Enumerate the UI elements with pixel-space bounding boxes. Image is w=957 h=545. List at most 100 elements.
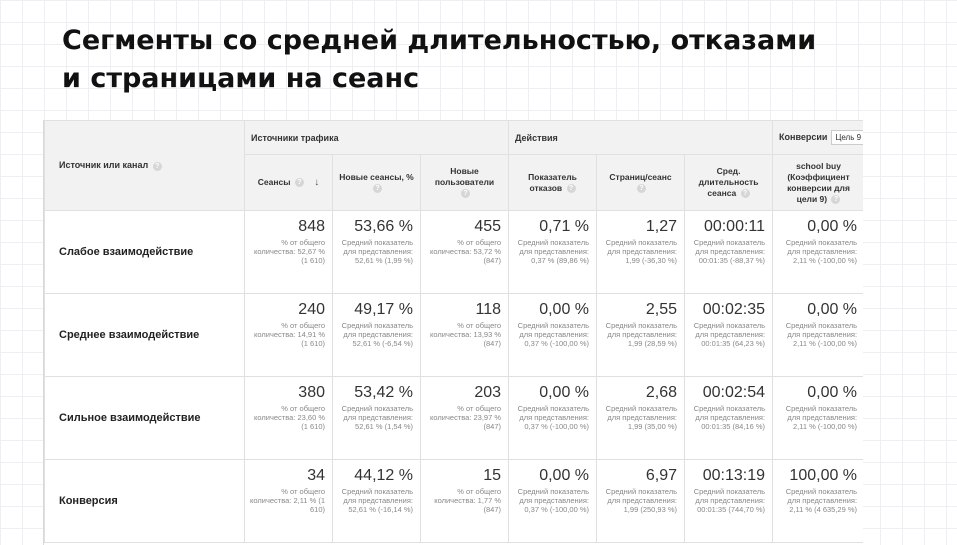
metric-cell: 53,66 % Средний показатель для представле… [332, 210, 421, 294]
column-header-goal-conversion-rate[interactable]: school buy (Коэффициент конверсии для це… [772, 154, 863, 211]
metric-comparison: % от общего количества: 2,11 % (1 610) [250, 487, 325, 514]
column-header-label: Новые пользователи [434, 166, 495, 187]
analytics-table-panel: Источник или канал ? Источники трафика Д… [43, 120, 863, 545]
metric-comparison: % от общего количества: 13,93 % (847) [430, 321, 502, 348]
metric-value: 00:00:11 [703, 218, 766, 235]
metric-value: 0,00 % [807, 301, 858, 318]
metric-comparison: Средний показатель для представления: 52… [341, 487, 413, 514]
column-header-bounce-rate[interactable]: Показатель отказов ? [508, 154, 598, 211]
metric-cell: 00:13:19 Средний показатель для представл… [684, 459, 774, 543]
metric-value: 1,27 [645, 218, 678, 235]
metric-cell: 00:00:11 Средний показатель для представл… [684, 210, 774, 294]
help-icon[interactable]: ? [461, 189, 470, 199]
table-row: Конверсия 34 % от общего количества: 2,11 … [44, 459, 863, 543]
metric-value: 00:13:19 [702, 467, 766, 484]
group-header-traffic: Источники трафика [243, 120, 510, 155]
metric-value: 0,71 % [539, 218, 590, 235]
column-header-new-users[interactable]: Новые пользователи ? [419, 154, 510, 211]
dimension-header[interactable]: Источник или канал ? [44, 120, 245, 211]
dimension-header-label: Источник или канал [59, 160, 149, 171]
help-icon[interactable]: ? [740, 189, 750, 199]
metric-comparison: % от общего количества: 14,91 % (1 610) [254, 321, 325, 348]
column-header-label: Сеансы [257, 177, 291, 187]
group-header-actions-label: Действия [515, 132, 558, 143]
segment-name[interactable]: Среднее взаимодействие [44, 293, 245, 377]
table-row: Слабое взаимодействие 848 % от общего коли… [44, 210, 863, 294]
metric-value: 0,00 % [539, 467, 590, 484]
metric-comparison: Средний показатель для представления: 2,… [785, 404, 858, 431]
metric-value: 118 [475, 301, 502, 318]
group-header-actions: Действия [508, 120, 774, 155]
metric-cell: 0,00 % Средний показатель для представлен… [508, 376, 598, 460]
metric-value: 0,00 % [539, 384, 590, 401]
metric-cell: 455 % от общего количества: 53,72 % (847) [419, 210, 510, 294]
column-header-sessions[interactable]: Сеансы ? ↓ [244, 154, 333, 211]
metric-comparison: Средний показатель для представления: 00… [693, 404, 766, 431]
help-icon[interactable]: ? [294, 178, 304, 188]
metric-cell: 0,71 % Средний показатель для представлен… [508, 210, 598, 294]
segment-name[interactable]: Конверсия [44, 459, 245, 543]
metric-cell: 15 % от общего количества: 1,77 % (847) [419, 459, 510, 543]
metric-cell: 2,55 Средний показатель для представления… [596, 293, 686, 377]
sort-desc-icon[interactable]: ↓ [314, 177, 319, 188]
metric-value: 53,42 % [354, 384, 413, 401]
metric-cell: 00:02:35 Средний показатель для представл… [684, 293, 774, 377]
metric-comparison: Средний показатель для представления: 0,… [517, 238, 590, 265]
metric-cell: 49,17 % Средний показатель для представле… [332, 293, 421, 377]
help-icon[interactable]: ? [373, 183, 382, 193]
metric-comparison: Средний показатель для представления: 1,… [605, 238, 678, 265]
metric-cell: 203 % от общего количества: 23,97 % (847) [419, 376, 510, 460]
metric-value: 2,55 [645, 301, 678, 318]
metric-value: 848 [298, 218, 325, 235]
metric-value: 44,12 % [354, 467, 413, 484]
metric-comparison: Средний показатель для представления: 1,… [605, 321, 678, 348]
metric-value: 2,68 [645, 384, 678, 401]
table-row: Среднее взаимодействие 240 % от общего кол… [44, 293, 863, 377]
help-icon[interactable]: ? [637, 183, 647, 193]
group-header-conversions-label: Конверсии [779, 132, 828, 142]
analytics-table: Источник или канал ? Источники трафика Д… [44, 120, 863, 543]
metric-comparison: Средний показатель для представления: 0,… [517, 487, 590, 514]
metric-comparison: Средний показатель для представления: 1,… [605, 404, 678, 431]
group-header-conversions: Конверсии Цель 9 [772, 120, 863, 155]
metric-cell: 53,42 % Средний показатель для представле… [332, 376, 421, 460]
help-icon[interactable]: ? [152, 161, 162, 171]
metric-cell: 0,00 % Средний показатель для представлен… [772, 293, 863, 377]
segment-name[interactable]: Слабое взаимодействие [44, 210, 245, 294]
help-icon[interactable]: ? [831, 194, 841, 204]
metric-comparison: % от общего количества: 23,97 % (847) [430, 404, 502, 431]
metric-value: 53,66 % [354, 218, 413, 235]
goal-select[interactable]: Цель 9 [831, 130, 863, 145]
metric-comparison: Средний показатель для представления: 00… [693, 487, 766, 514]
metric-comparison: Средний показатель для представления: 52… [341, 404, 413, 431]
metric-cell: 2,68 Средний показатель для представления… [596, 376, 686, 460]
group-header-traffic-label: Источники трафика [251, 132, 339, 143]
metric-comparison: Средний показатель для представления: 00… [693, 321, 766, 348]
metric-value: 100,00 % [789, 467, 858, 484]
table-body: Слабое взаимодействие 848 % от общего коли… [44, 210, 863, 543]
slide-title-line-2: и страницами на сеанс [62, 63, 420, 94]
column-header-label: school buy (Коэффициент конверсии для це… [787, 160, 850, 204]
metric-comparison: Средний показатель для представления: 1,… [605, 487, 678, 514]
metric-value: 34 [307, 467, 325, 484]
metric-cell: 100,00 % Средний показатель для представл… [772, 459, 863, 543]
metric-comparison: Средний показатель для представления: 52… [341, 238, 413, 265]
help-icon[interactable]: ? [566, 183, 576, 193]
metric-value: 455 [474, 218, 502, 235]
metric-value: 00:02:54 [702, 384, 766, 401]
segment-name[interactable]: Сильное взаимодействие [44, 376, 245, 460]
metric-value: 49,17 % [354, 301, 413, 318]
metric-value: 6,97 [645, 467, 678, 484]
metric-comparison: % от общего количества: 23,60 % (1 610) [254, 404, 325, 431]
metric-cell: 44,12 % Средний показатель для представле… [332, 459, 421, 543]
metric-cell: 0,00 % Средний показатель для представлен… [508, 293, 598, 377]
column-header-pages-per-session[interactable]: Страниц/сеанс ? [596, 154, 686, 211]
column-header-avg-session-duration[interactable]: Сред. длительность сеанса ? [684, 154, 774, 211]
slide-title-line-1: Сегменты со средней длительностью, отказ… [62, 25, 817, 56]
slide-title: Сегменты со средней длительностью, отказ… [62, 22, 816, 98]
column-header-new-sessions-pct[interactable]: Новые сеансы, % ? [332, 154, 421, 211]
metric-cell: 1,27 Средний показатель для представления… [596, 210, 686, 294]
metric-cell: 34 % от общего количества: 2,11 % (1 610) [244, 459, 333, 543]
metric-comparison: % от общего количества: 52,67 % (1 610) [254, 238, 325, 265]
metric-cell: 380 % от общего количества: 23,60 % (1 61… [244, 376, 333, 460]
